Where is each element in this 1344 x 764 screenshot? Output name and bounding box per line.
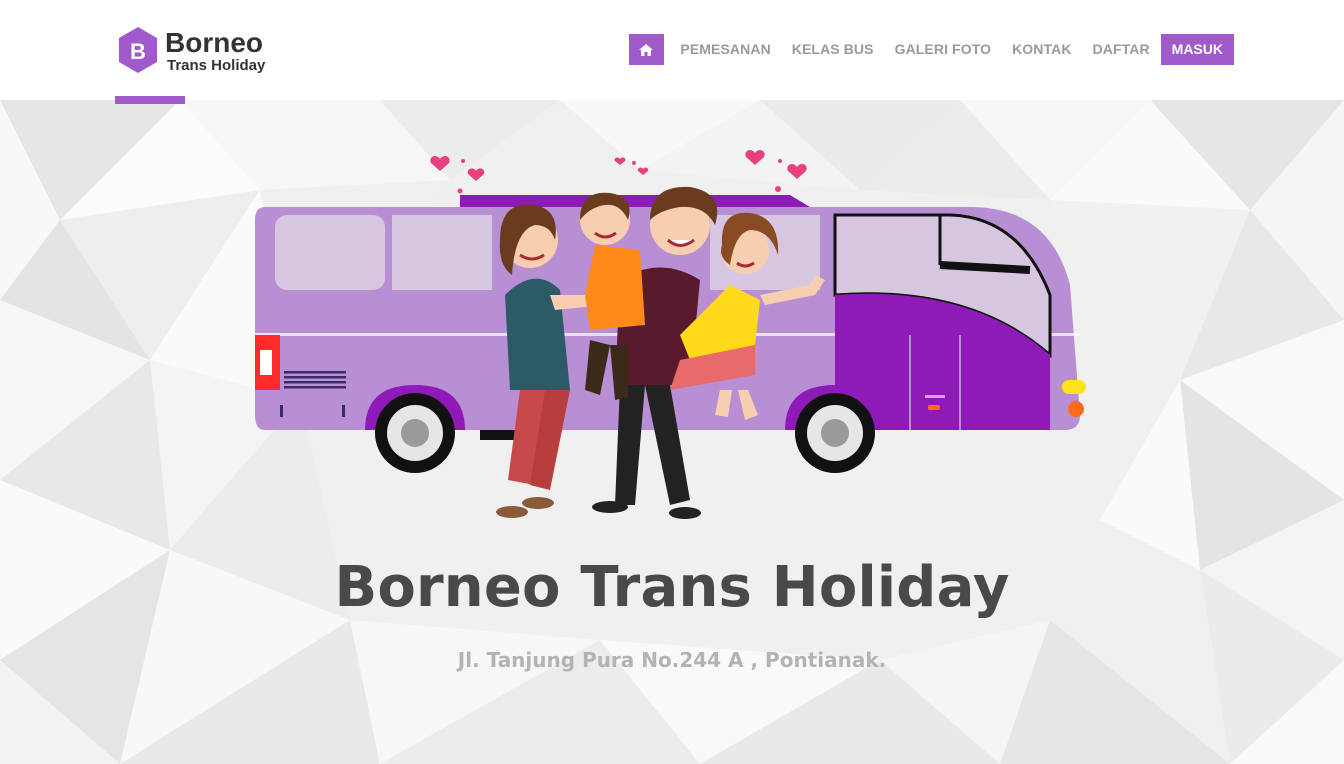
hero-address: Jl. Tanjung Pura No.244 A , Pontianak. xyxy=(457,648,887,672)
nav-home-button[interactable] xyxy=(628,34,664,65)
front-wheel xyxy=(795,393,875,473)
logo-underline-accent xyxy=(115,96,185,104)
hero-title: Borneo Trans Holiday xyxy=(334,555,1010,620)
brand-name-line2: Trans Holiday xyxy=(167,57,266,74)
bus-family-illustration xyxy=(255,150,1086,519)
nav-item-kontak[interactable]: KONTAK xyxy=(1002,34,1082,65)
nav-item-kelas-bus[interactable]: KELAS BUS xyxy=(781,34,884,65)
rear-wheel xyxy=(375,393,455,473)
hero-section: Borneo Trans Holiday Jl. Tanjung Pura No… xyxy=(0,100,1344,764)
logo-letter: B xyxy=(130,39,146,64)
nav-item-galeri-foto[interactable]: GALERI FOTO xyxy=(884,34,1002,65)
nav-item-daftar[interactable]: DAFTAR xyxy=(1082,34,1160,65)
brand-logo[interactable]: B Borneo Trans Holiday xyxy=(115,25,305,77)
home-icon xyxy=(639,43,654,56)
brand-name-line1: Borneo xyxy=(165,27,263,58)
nav-item-pemesanan[interactable]: PEMESANAN xyxy=(670,34,781,65)
hearts-decoration xyxy=(430,150,807,194)
site-header: B Borneo Trans Holiday PEMESANAN KELAS B… xyxy=(0,0,1344,100)
main-nav: PEMESANAN KELAS BUS GALERI FOTO KONTAK D… xyxy=(628,34,1234,65)
login-button[interactable]: MASUK xyxy=(1160,34,1234,65)
